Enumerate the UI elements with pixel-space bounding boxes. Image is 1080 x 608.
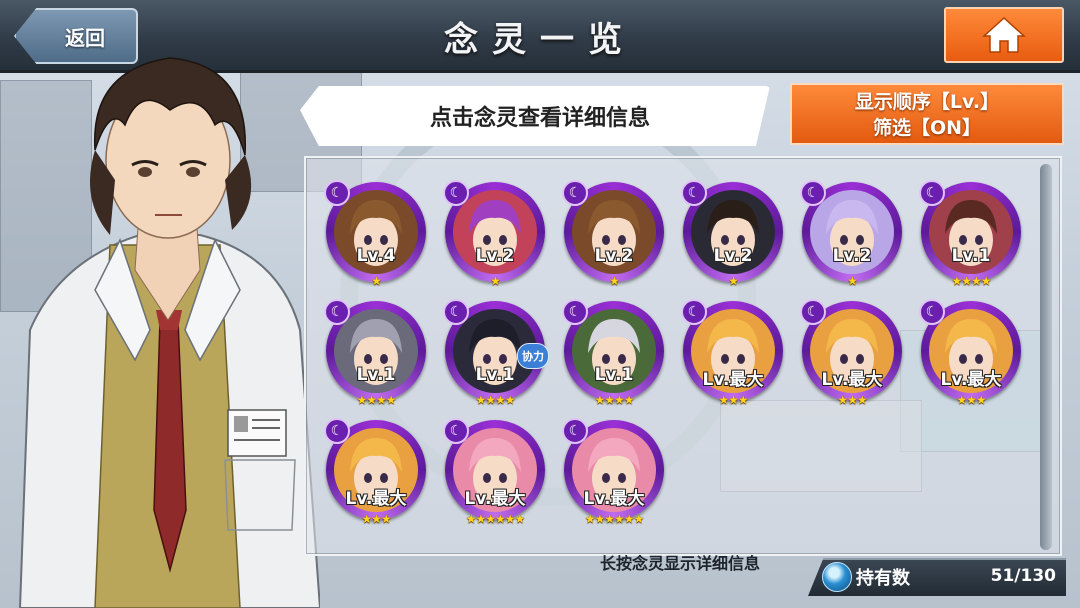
filter-label: 筛选【ON】 [872, 117, 982, 139]
unit-card[interactable]: ☾ Lv.最大 ★★★ [681, 299, 785, 419]
moon-icon: ☾ [681, 180, 707, 206]
moon-icon: ☾ [443, 180, 469, 206]
moon-icon: ☾ [562, 299, 588, 325]
long-press-hint: 长按念灵显示详细信息 [599, 554, 760, 573]
unit-stars: ★★★ [837, 393, 867, 407]
unit-level: Lv.4 [356, 246, 396, 266]
scientist-character [18, 57, 320, 608]
unit-card[interactable]: ☾ Lv.最大 ★★★★★★ [562, 418, 666, 538]
moon-icon: ☾ [562, 418, 588, 444]
unit-level: Lv.最大 [821, 370, 883, 390]
unit-card[interactable]: ☾ Lv.最大 ★★★ [919, 299, 1023, 419]
unit-level: Lv.最大 [464, 489, 526, 509]
unit-card[interactable]: ☾ Lv.4 ★ [324, 180, 428, 300]
owned-count-label: 持有数 [856, 568, 910, 589]
support-badge: 协力 [517, 343, 549, 369]
home-icon [982, 16, 1026, 53]
unit-card[interactable]: ☾ Lv.最大 ★★★ [324, 418, 428, 538]
unit-stars: ★★★★★★ [584, 512, 645, 526]
grid-scrollbar[interactable] [1040, 164, 1052, 550]
moon-icon: ☾ [562, 180, 588, 206]
unit-stars: ★ [728, 274, 739, 288]
moon-icon: ☾ [324, 299, 350, 325]
scroll-thumb[interactable] [1040, 164, 1052, 550]
unit-level: Lv.1 [594, 365, 634, 385]
unit-level: Lv.2 [594, 246, 634, 266]
page-title: 念灵一览 [444, 20, 636, 60]
moon-icon: ☾ [919, 180, 945, 206]
unit-level: Lv.最大 [345, 489, 407, 509]
unit-card[interactable]: ☾ Lv.2 ★ [562, 180, 666, 300]
owned-count-value: 51/130 [990, 566, 1056, 586]
moon-icon: ☾ [443, 418, 469, 444]
unit-card[interactable]: ☾ Lv.2 ★ [443, 180, 547, 300]
unit-level: Lv.最大 [702, 370, 764, 390]
unit-stars: ★★★★ [356, 393, 396, 407]
unit-level: Lv.最大 [583, 489, 645, 509]
unit-level: Lv.2 [832, 246, 872, 266]
unit-stars: ★★★ [361, 512, 391, 526]
orb-icon [822, 562, 852, 592]
unit-stars: ★★★★★★ [465, 512, 526, 526]
unit-level: Lv.最大 [940, 370, 1002, 390]
unit-stars: ★ [847, 274, 858, 288]
unit-stars: ★ [609, 274, 620, 288]
unit-level: Lv.1 [951, 246, 991, 266]
unit-card[interactable]: ☾ Lv.2 ★ [800, 180, 904, 300]
unit-card[interactable]: ☾ Lv.2 ★ [681, 180, 785, 300]
unit-stars: ★ [490, 274, 501, 288]
unit-stars: ★★★ [718, 393, 748, 407]
moon-icon: ☾ [800, 299, 826, 325]
unit-stars: ★★★ [956, 393, 986, 407]
unit-card[interactable]: ☾ Lv.最大 ★★★ [800, 299, 904, 419]
unit-stars: ★★★★ [951, 274, 991, 288]
unit-card[interactable]: ☾ Lv.1 ★★★★ 协力 [443, 299, 549, 419]
sort-order-label: 显示顺序【Lv.】 [854, 91, 1000, 113]
moon-icon: ☾ [681, 299, 707, 325]
unit-level: Lv.1 [356, 365, 396, 385]
unit-stars: ★★★★ [475, 393, 515, 407]
unit-card[interactable]: ☾ Lv.1 ★★★★ [324, 299, 428, 419]
moon-icon: ☾ [324, 418, 350, 444]
unit-card[interactable]: ☾ Lv.1 ★★★★ [919, 180, 1023, 300]
moon-icon: ☾ [919, 299, 945, 325]
unit-card[interactable]: ☾ Lv.1 ★★★★ [562, 299, 666, 419]
unit-level: Lv.2 [475, 246, 515, 266]
speech-bubble-text: 点击念灵查看详细信息 [429, 106, 650, 131]
unit-stars: ★★★★ [594, 393, 634, 407]
unit-stars: ★ [371, 274, 382, 288]
unit-level: Lv.2 [713, 246, 753, 266]
moon-icon: ☾ [324, 180, 350, 206]
home-button[interactable] [944, 7, 1064, 63]
moon-icon: ☾ [443, 299, 469, 325]
sort-filter-button[interactable]: 显示顺序【Lv.】 筛选【ON】 [790, 83, 1064, 145]
moon-icon: ☾ [800, 180, 826, 206]
unit-card[interactable]: ☾ Lv.最大 ★★★★★★ [443, 418, 547, 538]
